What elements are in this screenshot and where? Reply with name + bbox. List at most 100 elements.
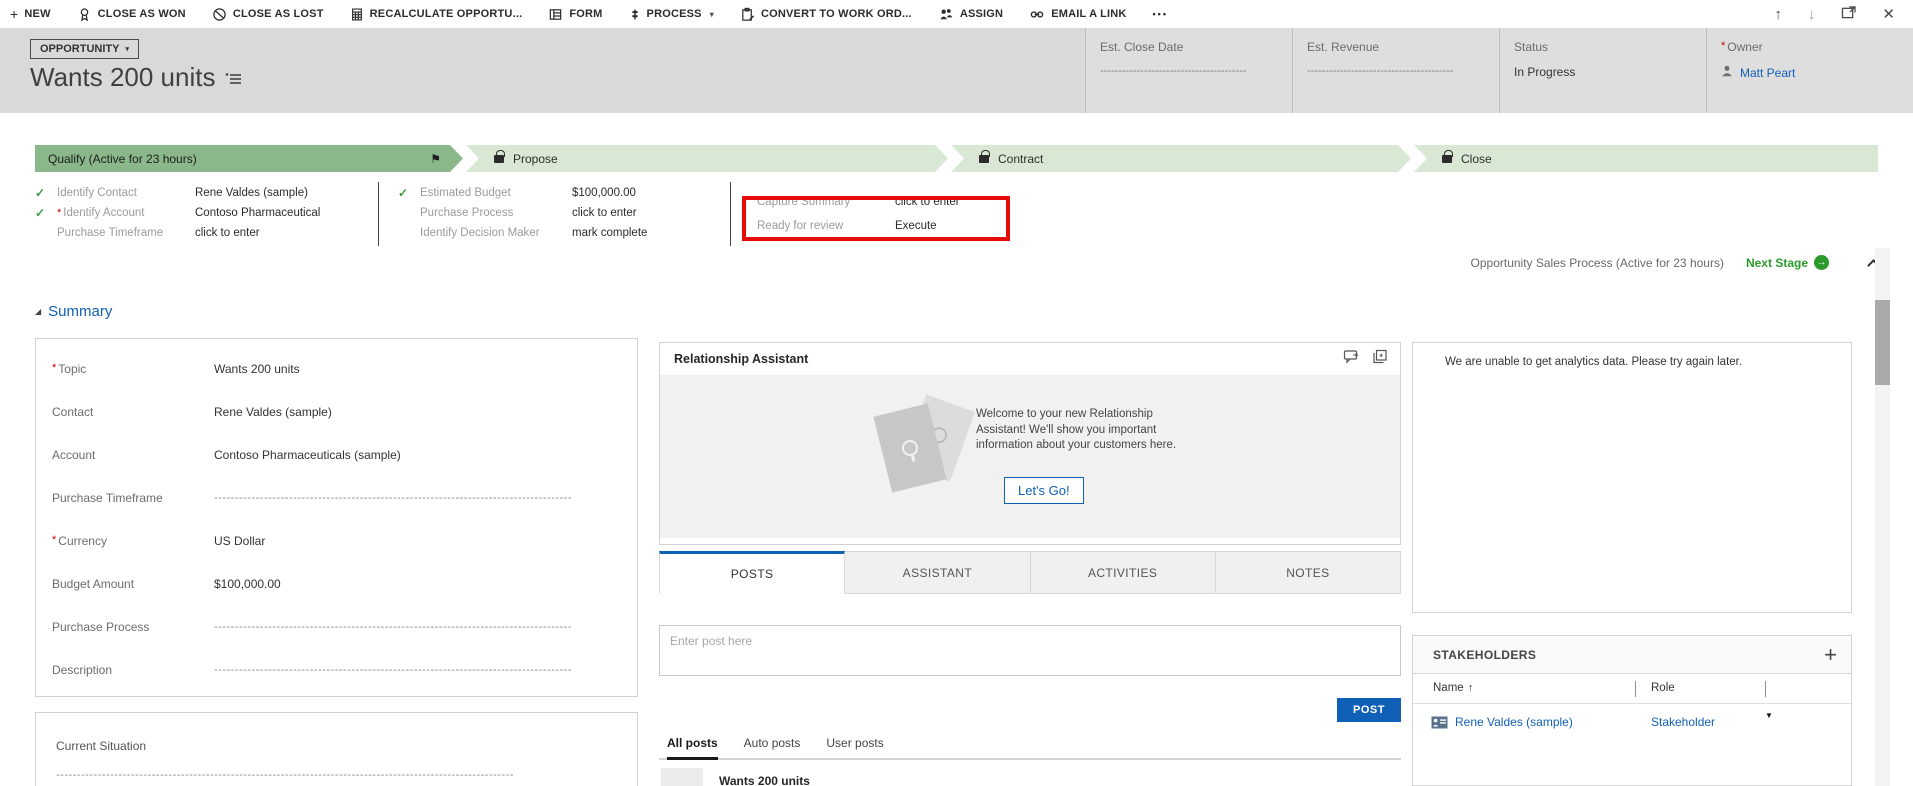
post-button[interactable]: POST — [1337, 698, 1401, 722]
header-field-est-close-date[interactable]: Est. Close Date ------------------------… — [1085, 28, 1292, 113]
lets-go-button[interactable]: Let's Go! — [1004, 477, 1084, 504]
new-button[interactable]: + NEW — [10, 7, 51, 21]
feedback-bubble-icon[interactable] — [1343, 349, 1360, 369]
header-field-owner[interactable]: * Owner Matt Peart — [1706, 28, 1913, 113]
stage-name: Propose — [513, 151, 558, 166]
summary-form-card: * Topic Wants 200 units Contact Rene Vald… — [35, 338, 638, 697]
email-a-link-button[interactable]: EMAIL A LINK — [1029, 7, 1126, 22]
filter-user-posts[interactable]: User posts — [826, 736, 883, 758]
stakeholder-row[interactable]: Rene Valdes (sample) Stakeholder ▼ — [1413, 704, 1851, 742]
summary-section-header[interactable]: ◢ Summary — [35, 303, 112, 320]
filter-all-posts[interactable]: All posts — [667, 736, 718, 760]
stakeholder-role-link[interactable]: Stakeholder — [1651, 715, 1715, 729]
field-description[interactable]: Description ----------------------------… — [36, 648, 637, 691]
field-currency[interactable]: * Currency US Dollar — [36, 519, 637, 562]
stage-name: Close — [1461, 151, 1492, 166]
step-ready-for-review: Ready for review Execute — [757, 214, 1017, 238]
required-asterisk: * — [1721, 40, 1726, 52]
step-value-link[interactable]: click to enter — [195, 227, 370, 239]
currency-link[interactable]: US Dollar — [214, 534, 637, 548]
stage-propose[interactable]: Propose — [466, 145, 948, 172]
account-link[interactable]: Contoso Pharmaceuticals (sample) — [214, 448, 637, 462]
nav-down-icon[interactable]: ↓ — [1808, 7, 1816, 22]
empty-value-dashes[interactable]: ----------------------------------------… — [56, 769, 621, 781]
field-label: Est. Revenue — [1307, 40, 1380, 54]
close-as-won-button[interactable]: CLOSE AS WON — [77, 7, 186, 22]
next-stage-button[interactable]: Next Stage → — [1746, 255, 1829, 270]
convert-to-work-order-button[interactable]: CONVERT TO WORK ORD... — [740, 7, 912, 22]
post-list-item: Wants 200 units — [661, 768, 810, 786]
process-menu-button[interactable]: PROCESS ▾ — [629, 7, 714, 22]
required-asterisk: * — [57, 207, 62, 219]
step-value-link[interactable]: Contoso Pharmaceutical — [195, 207, 370, 219]
field-topic[interactable]: * Topic Wants 200 units — [36, 347, 637, 390]
close-as-lost-button[interactable]: CLOSE AS LOST — [212, 7, 324, 22]
field-label: Status — [1514, 40, 1549, 54]
analytics-card: We are unable to get analytics data. Ple… — [1412, 342, 1852, 613]
vertical-scrollbar[interactable] — [1875, 248, 1890, 786]
stage-name: Qualify (Active for 23 hours) — [48, 151, 197, 166]
column-header-name[interactable]: Name ↑ — [1433, 682, 1473, 694]
step-value-link[interactable]: click to enter — [895, 196, 1017, 208]
tab-posts[interactable]: POSTS — [659, 551, 846, 594]
relationship-assistant-title: Relationship Assistant — [674, 352, 809, 366]
nav-up-icon[interactable]: ↑ — [1774, 7, 1782, 22]
step-purchase-process: Purchase Process click to enter — [398, 203, 708, 223]
stakeholders-card: STAKEHOLDERS + Name ↑ Role Rene Valdes (s… — [1412, 635, 1852, 786]
add-stakeholder-icon[interactable]: + — [1824, 643, 1837, 666]
entity-type-selector[interactable]: OPPORTUNITY ▾ — [30, 39, 139, 59]
step-identify-decision-maker: Identify Decision Maker mark complete — [398, 223, 708, 243]
stage-qualify[interactable]: Qualify (Active for 23 hours) ⚑ — [35, 145, 463, 172]
stage-contract[interactable]: Contract — [951, 145, 1411, 172]
lock-icon — [494, 155, 504, 163]
stakeholder-name-link[interactable]: Rene Valdes (sample) — [1455, 715, 1573, 729]
title-list-icon[interactable] — [225, 62, 242, 93]
section-triangle-icon: ◢ — [35, 307, 42, 316]
column-header-role[interactable]: Role — [1651, 682, 1675, 694]
required-asterisk: * — [52, 533, 57, 546]
more-commands-button[interactable]: ••• — [1153, 9, 1168, 19]
form-button[interactable]: FORM — [548, 7, 602, 22]
check-icon: ✓ — [35, 206, 46, 220]
tab-activities[interactable]: ACTIVITIES — [1030, 551, 1216, 594]
step-value-link[interactable]: click to enter — [572, 207, 708, 219]
stage-close[interactable]: Close — [1414, 145, 1878, 172]
empty-value-dashes: ----------------------------------------… — [214, 491, 573, 504]
field-value: Wants 200 units — [214, 361, 300, 376]
field-account[interactable]: Account Contoso Pharmaceuticals (sample) — [36, 433, 637, 476]
popout-icon[interactable] — [1841, 6, 1857, 22]
ellipsis-icon: ••• — [1152, 9, 1168, 19]
field-budget-amount[interactable]: Budget Amount $100,000.00 — [36, 562, 637, 605]
recalculate-opportunity-button[interactable]: RECALCULATE OPPORTU... — [350, 7, 523, 22]
tab-assistant[interactable]: ASSISTANT — [845, 551, 1031, 594]
field-label: Est. Close Date — [1100, 40, 1184, 54]
step-value-link[interactable]: mark complete — [572, 227, 708, 239]
header-field-est-revenue[interactable]: Est. Revenue ---------------------------… — [1292, 28, 1499, 113]
owner-link[interactable]: Matt Peart — [1740, 66, 1795, 80]
field-contact[interactable]: Contact Rene Valdes (sample) — [36, 390, 637, 433]
assign-button[interactable]: ASSIGN — [938, 7, 1003, 22]
form-icon — [548, 7, 563, 22]
process-name: Opportunity Sales Process (Active for 23… — [1470, 255, 1724, 270]
analytics-error-message: We are unable to get analytics data. Ple… — [1445, 356, 1743, 368]
ribbon-icon — [77, 7, 92, 22]
scrollbar-thumb[interactable] — [1875, 300, 1890, 385]
contact-link[interactable]: Rene Valdes (sample) — [214, 405, 637, 419]
field-purchase-process[interactable]: Purchase Process -----------------------… — [36, 605, 637, 648]
post-input[interactable] — [659, 625, 1401, 676]
filter-auto-posts[interactable]: Auto posts — [744, 736, 801, 758]
field-purchase-timeframe[interactable]: Purchase Timeframe ---------------------… — [36, 476, 637, 519]
close-icon[interactable]: ✕ — [1882, 7, 1895, 22]
post-input-wrapper — [659, 625, 1401, 676]
tab-notes[interactable]: NOTES — [1215, 551, 1401, 594]
execute-link[interactable]: Execute — [895, 220, 1017, 232]
app-window: + NEW CLOSE AS WON CLOSE AS LOST RECALCU… — [0, 0, 1913, 786]
window-controls: ↑ ↓ ✕ — [1774, 0, 1895, 28]
post-title: Wants 200 units — [719, 774, 810, 786]
lightbulb-icon — [900, 438, 920, 458]
check-icon: ✓ — [35, 186, 46, 200]
relationship-assistant-body: Welcome to your new Relationship Assista… — [660, 375, 1400, 538]
row-dropdown-icon[interactable]: ▼ — [1765, 711, 1773, 720]
step-value-link[interactable]: Rene Valdes (sample) — [195, 187, 370, 199]
cards-stack-icon[interactable] — [1372, 349, 1388, 369]
